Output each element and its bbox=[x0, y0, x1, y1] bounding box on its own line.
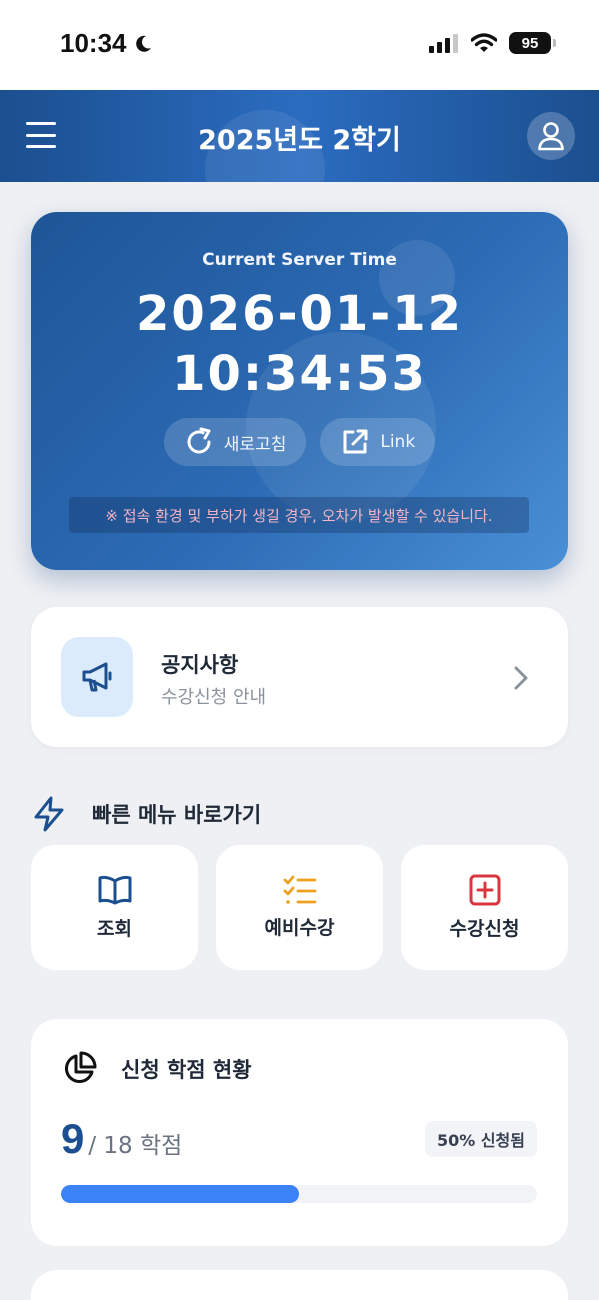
wifi-icon bbox=[471, 33, 497, 52]
refresh-icon bbox=[187, 427, 211, 454]
notice-title: 공지사항 bbox=[161, 653, 239, 677]
refresh-label: 새로고침 bbox=[223, 434, 287, 455]
quick-menu-pre-registration-label: 예비수강 bbox=[264, 917, 335, 939]
notice-subtitle: 수강신청 안내 bbox=[161, 687, 267, 708]
status-time: 10:34 bbox=[60, 28, 127, 58]
quick-menu-pre-registration[interactable]: 예비수강 bbox=[216, 845, 383, 970]
refresh-button[interactable]: 새로고침 bbox=[163, 418, 307, 466]
quick-menu-header: 빠른 메뉴 바로가기 bbox=[32, 796, 261, 832]
link-button[interactable]: Link bbox=[320, 418, 436, 466]
checklist-icon bbox=[283, 875, 316, 904]
credit-progress-bar bbox=[61, 1185, 537, 1203]
app-header: 2025년도 2학기 bbox=[0, 90, 599, 182]
credit-progress-fill bbox=[61, 1185, 299, 1203]
chevron-right-icon bbox=[514, 666, 528, 690]
profile-button[interactable] bbox=[527, 112, 575, 160]
credit-status-title: 신청 학점 현황 bbox=[121, 1058, 252, 1082]
page-title: 2025년도 2학기 bbox=[198, 125, 401, 156]
quick-menu-registration[interactable]: 수강신청 bbox=[401, 845, 568, 970]
total-credits: / 18 학점 bbox=[88, 1133, 183, 1159]
notice-card[interactable]: 공지사항 수강신청 안내 bbox=[31, 607, 568, 747]
pie-chart-icon bbox=[64, 1051, 97, 1084]
current-credits: 9 bbox=[61, 1115, 85, 1162]
battery-indicator: 95 bbox=[509, 32, 556, 54]
user-icon bbox=[538, 122, 564, 151]
server-time-caption: Current Server Time bbox=[202, 250, 397, 270]
megaphone-icon bbox=[82, 662, 112, 692]
credit-status-card: 신청 학점 현황 9 / 18 학점 50% 신청됨 bbox=[31, 1019, 568, 1246]
server-time-card: Current Server Time 2026-01-12 10:34:53 … bbox=[31, 212, 568, 570]
server-clock: 10:34:53 bbox=[172, 346, 427, 402]
status-bar: 10:34 95 bbox=[0, 0, 599, 90]
cellular-signal-icon bbox=[429, 34, 458, 53]
server-date: 2026-01-12 bbox=[135, 286, 464, 342]
lightning-icon bbox=[34, 796, 64, 832]
server-time-notice: ※ 접속 환경 및 부하가 생길 경우, 오차가 발생할 수 있습니다. bbox=[69, 497, 529, 533]
book-icon bbox=[98, 875, 131, 905]
next-card bbox=[31, 1270, 568, 1300]
quick-menu-lookup[interactable]: 조회 bbox=[31, 845, 198, 970]
quick-menu-title: 빠른 메뉴 바로가기 bbox=[92, 803, 262, 827]
quick-menu-lookup-label: 조회 bbox=[97, 918, 132, 940]
quick-menu-registration-label: 수강신청 bbox=[449, 918, 520, 940]
credit-percent-badge: 50% 신청됨 bbox=[424, 1121, 537, 1157]
external-link-icon bbox=[343, 429, 368, 454]
link-label: Link bbox=[380, 432, 416, 452]
plus-square-icon bbox=[469, 874, 500, 906]
moon-icon bbox=[135, 35, 151, 52]
